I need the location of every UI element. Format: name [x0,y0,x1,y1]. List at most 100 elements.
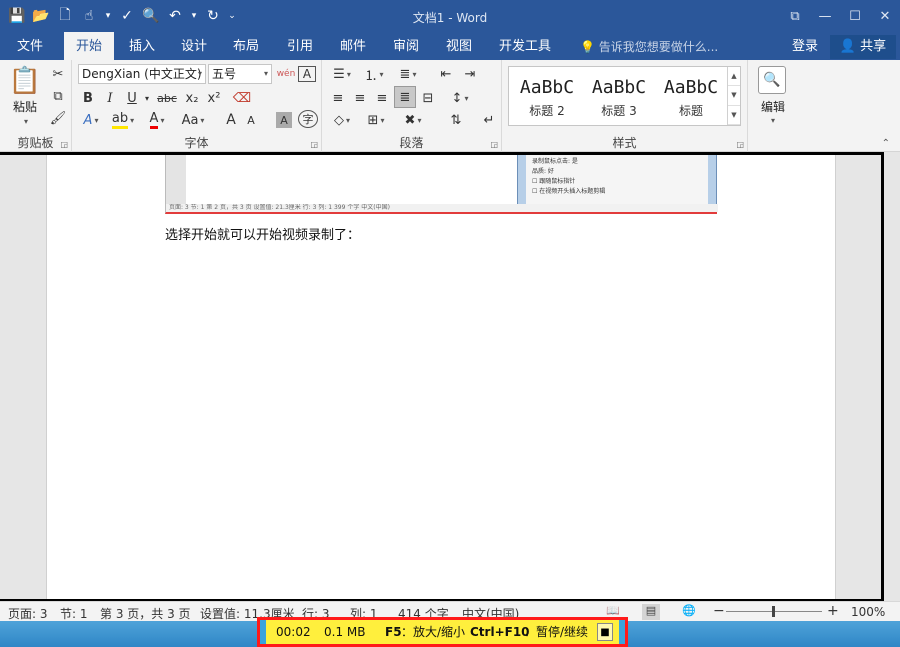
zoom-slider-thumb[interactable] [772,606,775,617]
tab-review[interactable]: 审阅 [382,32,430,60]
format-painter-icon[interactable]: 🖌 [48,108,68,128]
style-heading-3[interactable]: AaBbC 标题 3 [583,67,655,125]
strikethrough-button[interactable]: abc [154,88,180,108]
text-effects-button[interactable]: A ▾ [78,110,104,130]
zoom-level[interactable]: 100% [851,605,885,619]
paste-label: 粘贴 [12,100,37,114]
tell-me-search[interactable]: 💡 告诉我您想要做什么... [580,32,718,60]
tab-file[interactable]: 文件 [0,32,60,60]
font-launcher-icon[interactable]: ◲ [310,140,318,149]
recorder-hotkey-zoom-action: ：放大/缩小 [401,625,466,639]
show-formatting-icon[interactable]: ↵ [480,110,498,130]
status-section[interactable]: 节: 1 [60,605,88,622]
clear-formatting-icon[interactable]: ⌫ [232,88,252,108]
font-name-value: DengXian (中文正文) [82,67,202,81]
justify-icon[interactable]: ≣ [394,86,416,108]
font-color-button[interactable]: A ▾ [144,110,170,130]
underline-button[interactable]: U [122,88,142,108]
chevron-up-icon[interactable]: ▲ [728,67,740,87]
font-name-combo[interactable]: DengXian (中文正文) ▾ [78,64,206,84]
paragraph-group-label: 段落 [399,136,424,150]
web-layout-icon[interactable]: 🌐 [680,604,698,620]
change-case-button[interactable]: Aa ▾ [178,110,208,130]
zoom-in-button[interactable]: + [827,603,839,619]
minimize-icon[interactable]: — [810,0,840,32]
tab-developer[interactable]: 开发工具 [494,32,556,60]
maximize-icon[interactable]: ☐ [840,0,870,32]
recorder-elapsed: 00:02 [276,625,311,639]
paste-button[interactable]: 📋 粘贴 ▾ [6,64,44,134]
copy-icon[interactable]: ⧉ [48,86,68,106]
tab-layout[interactable]: 布局 [222,32,270,60]
tab-view[interactable]: 视图 [435,32,483,60]
embedded-dialog: 录制鼠标点击: 是 品质: 好 ☐ 跟随鼠标指针 ☐ 在视频开头插入标题剪辑 [517,152,717,212]
font-size-combo[interactable]: 五号 ▾ [208,64,272,84]
print-layout-icon[interactable]: ▤ [642,604,660,620]
bold-button[interactable]: B [78,88,98,108]
styles-gallery: AaBbC 标题 2 AaBbC 标题 3 AaBbC 标题 ▲ ▼ ▼ [508,66,741,126]
font-size-value: 五号 [212,67,237,81]
paragraph-group: ☰ ▾ ⒈ ▾ ≣ ▾ ⇤ ⇥ ≡ ≡ ≡ ≣ ⊟ ↕ ▾ ◇ ▾ ⊞ ▾ ✖ ▾ ⇅ ↵ 段… [322,60,502,152]
numbering-button[interactable]: ⒈ ▾ [360,64,388,84]
document-body-text[interactable]: 选择开始就可以开始视频录制了： [165,224,360,243]
highlight-color-button[interactable]: ab ▾ [110,110,136,130]
tab-design[interactable]: 设计 [170,32,218,60]
status-page-of[interactable]: 第 3 页，共 3 页 [100,605,191,622]
document-page[interactable]: 录制鼠标点击: 是 品质: 好 ☐ 跟随鼠标指针 ☐ 在视频开头插入标题剪辑 页… [46,152,836,601]
close-icon[interactable]: ✕ [870,0,900,32]
italic-button[interactable]: I [100,88,120,108]
editing-group[interactable]: 🔍 编辑 ▾ [748,60,798,152]
styles-launcher-icon[interactable]: ◲ [736,140,744,149]
tab-mailings[interactable]: 邮件 [329,32,377,60]
stop-recording-button[interactable]: ■ [597,623,613,641]
character-shading-button[interactable]: A [276,112,292,128]
character-border-button[interactable]: A [298,66,316,82]
chevron-down-icon[interactable]: ▼ [728,86,740,106]
decrease-indent-icon[interactable]: ⇤ [436,64,456,84]
tab-home[interactable]: 开始 [64,32,114,60]
align-left-icon[interactable]: ≡ [328,88,348,108]
share-button[interactable]: 👤 共享 [830,35,896,59]
cut-icon[interactable]: ✂ [48,64,68,84]
superscript-button[interactable]: x² [204,88,224,108]
gallery-more-icon[interactable]: ▼ [728,106,740,125]
shading-button[interactable]: ◇ ▾ [328,110,356,130]
font-group-label: 字体 [184,136,209,150]
collapse-ribbon-icon[interactable]: ⌃ [882,138,890,149]
shrink-font-button[interactable]: A [242,110,260,130]
ribbon-display-options-icon[interactable]: ⧉ [780,0,810,32]
borders-button[interactable]: ⊞ ▾ [362,110,390,130]
document-area[interactable]: 录制鼠标点击: 是 品质: 好 ☐ 跟随鼠标指针 ☐ 在视频开头插入标题剪辑 页… [0,152,900,601]
stop-icon: ■ [600,626,610,638]
grow-font-button[interactable]: A [222,110,240,130]
align-center-icon[interactable]: ≡ [350,88,370,108]
status-page[interactable]: 页面: 3 [8,605,48,622]
tab-insert[interactable]: 插入 [118,32,166,60]
distributed-icon[interactable]: ⊟ [418,88,438,108]
increase-indent-icon[interactable]: ⇥ [460,64,480,84]
chinese-layout-button[interactable]: ✖ ▾ [398,110,428,130]
login-link[interactable]: 登录 [792,32,818,60]
clipboard-group: 📋 粘贴 ▾ ✂ ⧉ 🖌 剪贴板 ◲ [0,60,72,152]
phonetic-guide-button[interactable]: wén [276,64,296,84]
paragraph-launcher-icon[interactable]: ◲ [490,140,498,149]
recorder-info: 00:02 0.1 MB F5 ：放大/缩小 Ctrl+F10 ：暂停/继续 [268,623,617,641]
bullets-button[interactable]: ☰ ▾ [328,64,356,84]
zoom-out-button[interactable]: − [713,603,725,619]
multilevel-list-button[interactable]: ≣ ▾ [394,64,422,84]
sort-icon[interactable]: ⇅ [446,110,466,130]
recorder-file-size: 0.1 MB [324,625,366,639]
clipboard-launcher-icon[interactable]: ◲ [60,140,68,149]
style-heading-2[interactable]: AaBbC 标题 2 [511,67,583,125]
editing-label: 编辑 [760,100,785,114]
ribbon-tabs: 文件 开始 插入 设计 布局 引用 邮件 审阅 视图 开发工具 💡 告诉我您想要… [0,32,900,60]
tab-references[interactable]: 引用 [276,32,324,60]
align-right-icon[interactable]: ≡ [372,88,392,108]
enclose-characters-button[interactable]: 字 [298,110,318,128]
chevron-down-icon: ▾ [197,69,202,78]
line-spacing-button[interactable]: ↕ ▾ [446,88,474,108]
underline-dropdown-icon[interactable]: ▾ [142,88,152,108]
subscript-button[interactable]: x₂ [182,88,202,108]
style-title[interactable]: AaBbC 标题 [655,67,727,125]
embedded-screenshot: 录制鼠标点击: 是 品质: 好 ☐ 跟随鼠标指针 ☐ 在视频开头插入标题剪辑 页… [165,152,718,214]
